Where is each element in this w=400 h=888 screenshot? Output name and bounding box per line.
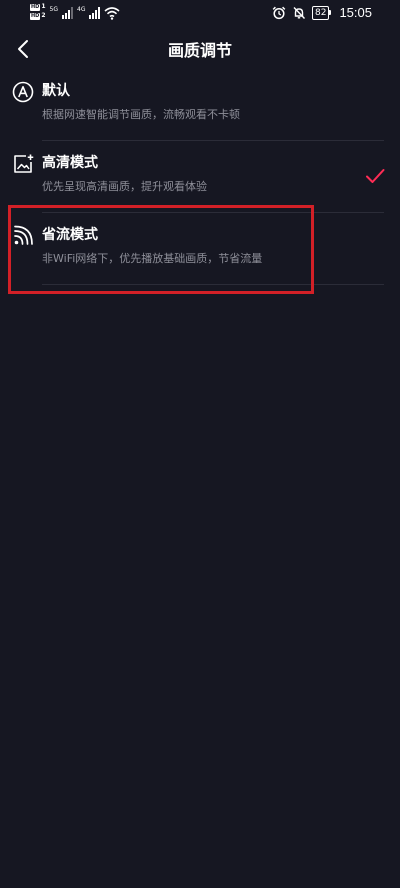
hd-label-2: HD [30, 12, 41, 20]
network-type-2: 4G [77, 6, 86, 13]
page-title: 画质调节 [167, 41, 232, 60]
hd-indicator-2: HD 2 [30, 12, 46, 20]
network-type-1: 5G [49, 6, 58, 13]
option-default[interactable]: 默认 根据网速智能调节画质，流畅观看不卡顿 [0, 69, 400, 141]
status-bar-right: 82 15:05 [272, 5, 372, 20]
signal-strength-2-icon [89, 5, 101, 19]
nav-bar: 画质调节 [0, 28, 400, 72]
option-title: 高清模式 [42, 155, 98, 171]
option-description: 优先呈现高清画质，提升观看体验 [42, 180, 207, 193]
signal-strength-icon [62, 5, 73, 19]
auto-mode-icon [12, 81, 34, 103]
alarm-icon [272, 6, 286, 19]
hd-image-icon [14, 154, 34, 173]
hd-indicators: HD 1 HD 2 [30, 3, 46, 20]
battery-icon: 82 [312, 5, 332, 20]
option-description: 非WiFi网络下，优先播放基础画质，节省流量 [42, 252, 263, 265]
option-description: 根据网速智能调节画质，流畅观看不卡顿 [42, 108, 240, 121]
hd-label-1: HD [30, 3, 41, 11]
option-title: 省流模式 [42, 227, 98, 243]
option-data-saver[interactable]: 省流模式 非WiFi网络下，优先播放基础画质，节省流量 [0, 213, 400, 285]
wifi-icon [104, 7, 120, 20]
divider [42, 284, 384, 285]
signal-waves-icon [14, 225, 33, 245]
status-bar-left: HD 1 HD 2 5G 4G [30, 3, 120, 20]
mute-bell-icon [293, 6, 306, 19]
option-hd[interactable]: 高清模式 优先呈现高清画质，提升观看体验 [0, 141, 400, 213]
hd-num-2: 2 [41, 12, 46, 19]
checkmark-icon [366, 169, 385, 183]
status-bar: HD 1 HD 2 5G 4G 82 15:05 [0, 0, 400, 28]
hd-indicator-1: HD 1 [30, 3, 46, 11]
status-time: 15:05 [339, 5, 372, 20]
option-title: 默认 [42, 83, 70, 99]
hd-num-1: 1 [41, 3, 46, 10]
